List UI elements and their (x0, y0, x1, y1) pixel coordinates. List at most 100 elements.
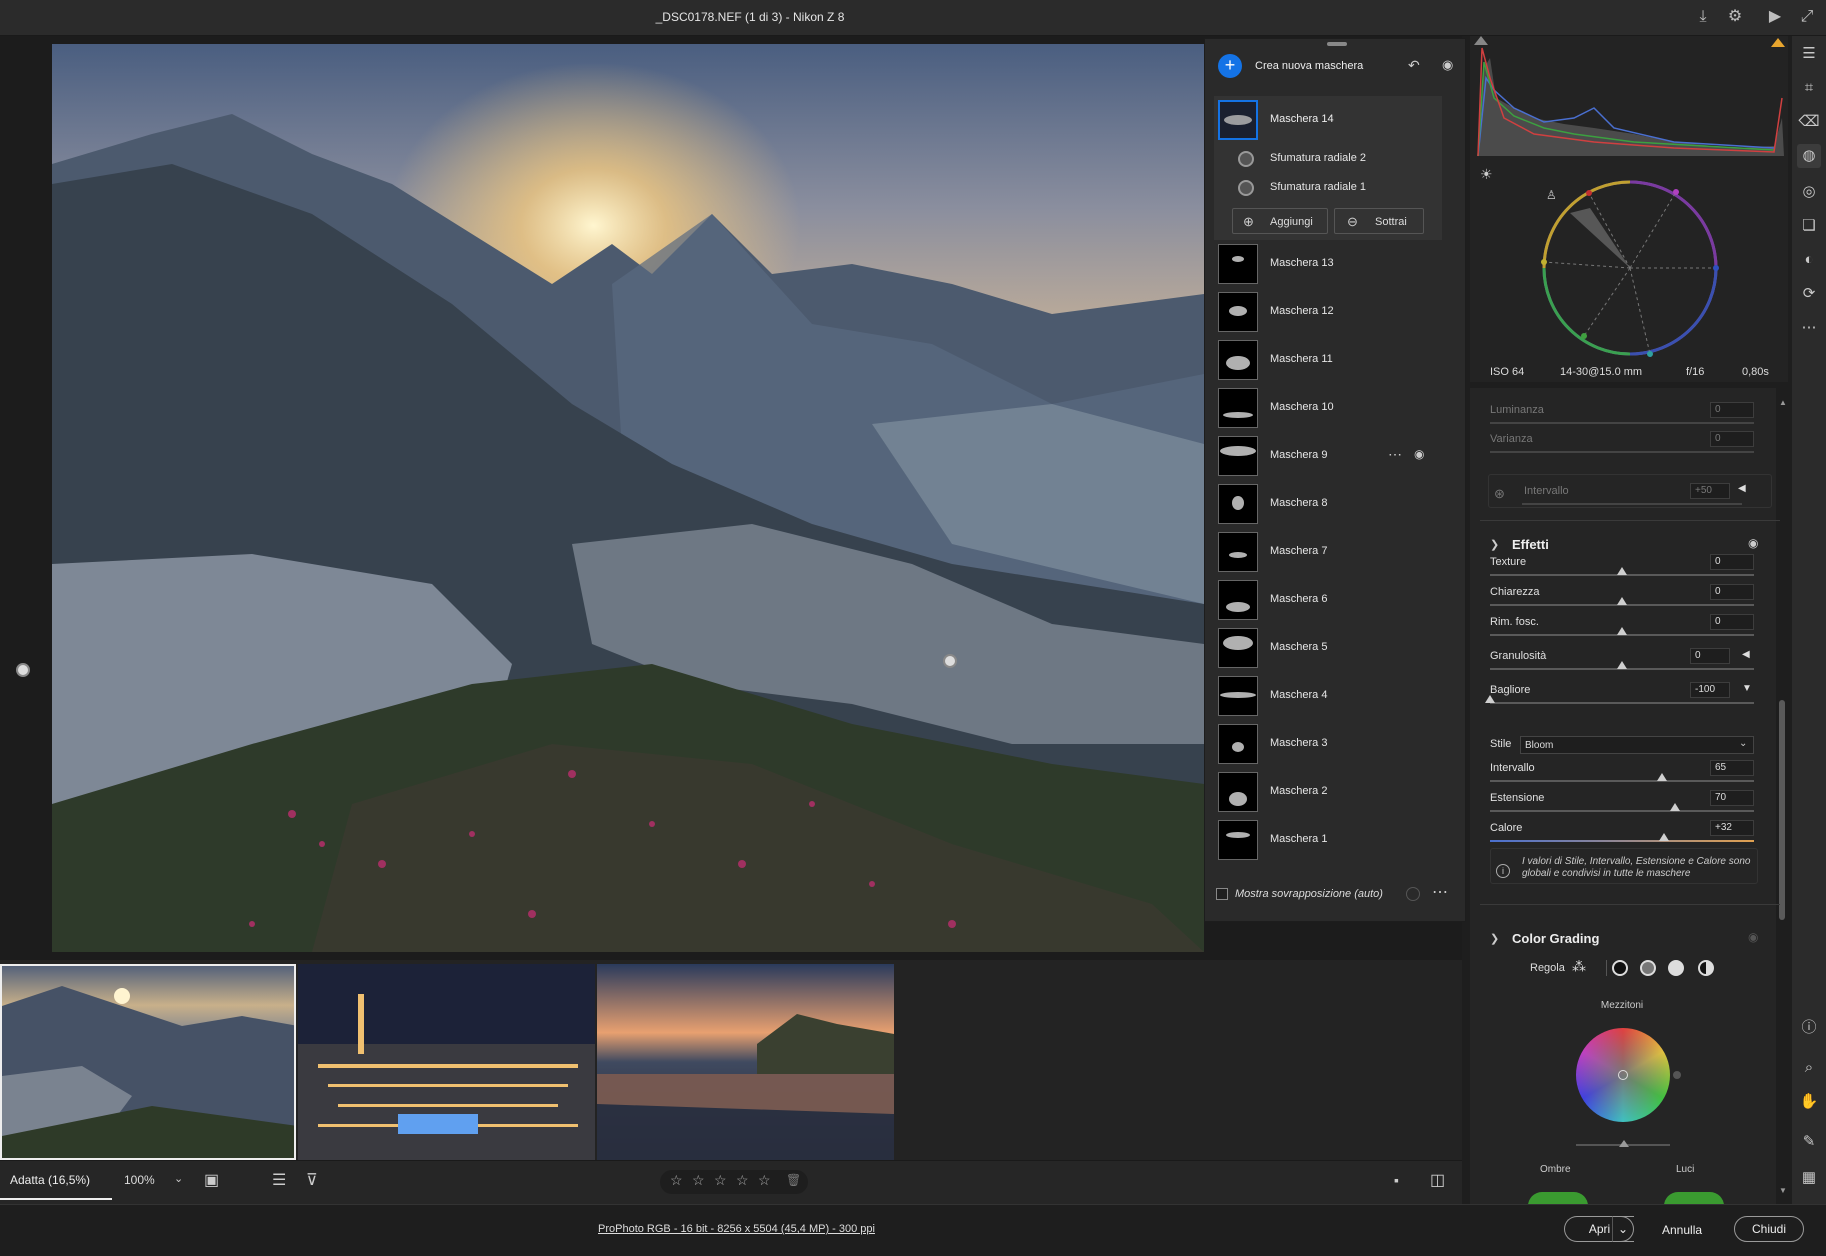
component-label[interactable]: Sfumatura radiale 1 (1270, 181, 1366, 193)
eyedropper-icon[interactable]: ✎ (1797, 1130, 1821, 1154)
save-icon[interactable]: ⤓ (1692, 6, 1714, 28)
mask-row[interactable]: Maschera 13 (1216, 242, 1456, 286)
eye-icon[interactable]: ◉ (1414, 447, 1424, 461)
mask-thumbnail[interactable] (1218, 724, 1258, 764)
expand-down-icon[interactable]: ▼ (1742, 683, 1752, 694)
mask-row[interactable]: Maschera 5 (1216, 626, 1456, 670)
mask-name[interactable]: Maschera 13 (1270, 257, 1334, 269)
mask-thumbnail[interactable] (1218, 580, 1258, 620)
midtones-color-wheel[interactable] (1576, 1028, 1670, 1122)
zoom-dropdown-icon[interactable]: ⌄ (174, 1172, 183, 1185)
slider-value[interactable]: +32 (1710, 820, 1754, 836)
collapse-left-icon[interactable]: ◀ (1742, 649, 1750, 660)
slider-value[interactable]: -100 (1690, 682, 1730, 698)
global-icon[interactable] (1698, 960, 1714, 976)
mask-name[interactable]: Maschera 8 (1270, 497, 1327, 509)
mask-name[interactable]: Maschera 2 (1270, 785, 1327, 797)
color-grading-title[interactable]: Color Grading (1512, 931, 1599, 946)
more-options-icon[interactable]: ⋯ (1432, 882, 1448, 902)
chevron-down-icon[interactable]: ❯ (1490, 538, 1499, 551)
overlay-checkbox[interactable] (1216, 888, 1228, 900)
slider-track[interactable] (1490, 810, 1754, 812)
mask-name[interactable]: Maschera 5 (1270, 641, 1327, 653)
compare-handle-left[interactable] (16, 663, 30, 677)
mask-row[interactable]: Maschera 12 (1216, 290, 1456, 334)
mask-thumbnail[interactable] (1218, 820, 1258, 860)
eye-icon[interactable]: ◉ (1748, 536, 1758, 550)
slider-knob[interactable] (1617, 597, 1627, 605)
mask-thumbnail[interactable] (1218, 388, 1258, 428)
slider-knob[interactable] (1619, 1140, 1629, 1147)
star-4-icon[interactable]: ☆ (736, 1172, 749, 1189)
slider-knob[interactable] (1485, 695, 1495, 703)
slider-track[interactable] (1490, 840, 1754, 842)
zoom-icon[interactable]: ⌕ (1797, 1056, 1821, 1080)
component-label[interactable]: Sfumatura radiale 2 (1270, 152, 1366, 164)
mask-thumbnail[interactable] (1218, 292, 1258, 332)
slider-value[interactable]: 0 (1710, 614, 1754, 630)
intervallo-range-value[interactable]: +50 (1690, 483, 1730, 499)
slider-value[interactable]: 0 (1710, 584, 1754, 600)
mask-name-active[interactable]: Maschera 14 (1270, 113, 1334, 125)
main-photo[interactable] (52, 44, 1204, 952)
mask-thumbnail[interactable] (1218, 628, 1258, 668)
scroll-down-icon[interactable]: ▼ (1779, 1186, 1787, 1195)
sync-icon[interactable]: ⟳ (1797, 282, 1821, 306)
mask-row[interactable]: Maschera 2 (1216, 770, 1456, 814)
zoom-fit-button[interactable]: Adatta (16,5%) (0, 1160, 112, 1200)
film-thumb-3[interactable] (597, 964, 894, 1160)
gear-icon[interactable]: ⚙ (1724, 6, 1746, 28)
info-icon[interactable]: ⓘ (1797, 1016, 1821, 1040)
filmstrip-view-icon[interactable]: ▣ (204, 1170, 219, 1190)
slideshow-icon[interactable]: ▶ (1764, 6, 1786, 28)
slider-value[interactable]: 65 (1710, 760, 1754, 776)
mask-row[interactable]: Maschera 11 (1216, 338, 1456, 382)
zoom-100-button[interactable]: 100% (124, 1173, 155, 1187)
color-wheel-toggle-icon[interactable]: ☀ (1480, 166, 1493, 183)
wheel-center-handle[interactable] (1618, 1070, 1628, 1080)
panel-drag-handle[interactable] (1327, 42, 1347, 46)
crop-icon[interactable]: ⌗ (1797, 76, 1821, 100)
star-1-icon[interactable]: ☆ (670, 1172, 683, 1189)
mask-row[interactable]: Maschera 8 (1216, 482, 1456, 526)
cancel-button[interactable]: Annulla (1662, 1223, 1702, 1237)
hand-icon[interactable]: ✋ (1797, 1090, 1821, 1114)
mask-thumbnail[interactable] (1218, 340, 1258, 380)
mask-row[interactable]: Maschera 10 (1216, 386, 1456, 430)
mask-name[interactable]: Maschera 10 (1270, 401, 1334, 413)
eraser-icon[interactable]: ⌫ (1797, 110, 1821, 134)
mask-row[interactable]: Maschera 9 ⋯ ◉ (1216, 434, 1456, 478)
slider-track[interactable] (1490, 702, 1754, 704)
more-icon[interactable]: ⋯ (1797, 316, 1821, 340)
slider-knob[interactable] (1656, 773, 1667, 781)
collapse-left-icon[interactable]: ◀ (1738, 483, 1746, 494)
mask-thumbnail[interactable] (1218, 676, 1258, 716)
mask-name[interactable]: Maschera 6 (1270, 593, 1327, 605)
shadows-icon[interactable] (1612, 960, 1628, 976)
effetti-title[interactable]: Effetti (1512, 537, 1549, 552)
mask-name[interactable]: Maschera 12 (1270, 305, 1334, 317)
sort-icon[interactable]: ☰ (272, 1170, 286, 1190)
varianza-value[interactable]: 0 (1710, 431, 1754, 447)
star-5-icon[interactable]: ☆ (758, 1172, 771, 1189)
edit-sliders-icon[interactable]: ☰ (1797, 42, 1821, 66)
eye-icon[interactable]: ◉ (1442, 57, 1453, 73)
more-options-icon[interactable]: ⋯ (1388, 446, 1402, 463)
eye-icon[interactable]: ◉ (1748, 930, 1758, 944)
star-3-icon[interactable]: ☆ (714, 1172, 727, 1189)
three-way-icon[interactable]: ⁂ (1572, 958, 1586, 975)
slider-knob[interactable] (1617, 627, 1627, 635)
workflow-options-link[interactable]: ProPhoto RGB - 16 bit - 8256 x 5504 (45,… (598, 1223, 875, 1235)
trash-icon[interactable]: 🗑 (786, 1173, 801, 1187)
mask-name[interactable]: Maschera 3 (1270, 737, 1327, 749)
mask-row[interactable]: Maschera 3 (1216, 722, 1456, 766)
compare-view-icon[interactable]: ◫ (1430, 1170, 1445, 1190)
fullscreen-icon[interactable]: ⤢ (1796, 6, 1818, 28)
slider-knob[interactable] (1617, 567, 1627, 575)
scroll-up-icon[interactable]: ▲ (1779, 398, 1787, 407)
film-thumb-1[interactable] (0, 964, 296, 1160)
mask-name[interactable]: Maschera 9 (1270, 449, 1327, 461)
grid-icon[interactable]: ▦ (1797, 1166, 1821, 1190)
slider-knob[interactable] (1617, 661, 1627, 669)
mask-row[interactable]: Maschera 7 (1216, 530, 1456, 574)
